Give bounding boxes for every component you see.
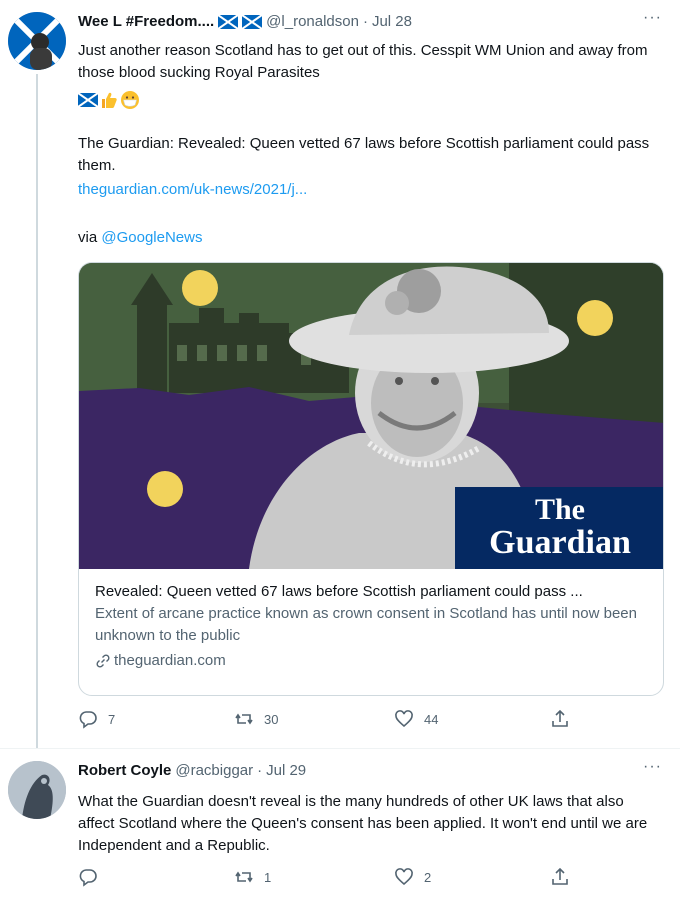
retweet-button[interactable]: 1: [234, 867, 271, 887]
retweet-button[interactable]: 30: [234, 709, 278, 729]
emoji-row: [78, 89, 658, 111]
via-line: via @GoogleNews: [78, 227, 658, 249]
card-description: Extent of arcane practice known as crown…: [95, 605, 637, 644]
card-title[interactable]: Revealed: Queen vetted 67 laws before Sc…: [95, 581, 655, 603]
article-link[interactable]: theguardian.com/uk-news/2021/j...: [78, 179, 658, 201]
tweet-text: What the Guardian doesn't reveal is the …: [78, 793, 648, 854]
reply-button[interactable]: [78, 867, 108, 887]
tweet-text: Just another reason Scotland has to get …: [78, 42, 648, 81]
action-bar: 7 30 44: [78, 709, 598, 733]
retweet-icon: [235, 871, 253, 883]
share-button[interactable]: [550, 867, 570, 887]
like-button[interactable]: 2: [394, 867, 431, 887]
tweet-header: Robert Coyle @racbiggar · Jul 29: [78, 762, 306, 779]
more-options-button[interactable]: ···: [643, 758, 662, 776]
guardian-logo-line1: The: [535, 493, 585, 526]
timestamp[interactable]: Jul 29: [266, 762, 306, 779]
thumbs-up-emoji: [102, 92, 117, 108]
scottish-flag-icon: [242, 14, 263, 29]
scottish-flag-icon: [78, 93, 98, 107]
reply-icon: [79, 869, 97, 887]
separator: ·: [362, 13, 368, 30]
tweet[interactable]: Robert Coyle @racbiggar · Jul 29 ··· Wha…: [0, 748, 680, 903]
mask-face-emoji: [121, 91, 139, 109]
tweet-header: Wee L #Freedom.... @l_ronaldson · Jul 28: [78, 13, 412, 30]
more-options-button[interactable]: ···: [643, 9, 662, 27]
like-icon: [395, 710, 413, 728]
retweet-count: 1: [264, 869, 272, 885]
reply-button[interactable]: 7: [78, 709, 115, 729]
timestamp[interactable]: Jul 28: [372, 13, 412, 30]
card-domain[interactable]: theguardian.com: [114, 650, 226, 672]
via-handle-link[interactable]: @GoogleNews: [101, 229, 202, 246]
avatar[interactable]: [8, 761, 66, 819]
retweet-count: 30: [264, 711, 279, 727]
scottish-flag-icon: [218, 14, 239, 29]
share-button[interactable]: [550, 709, 570, 729]
display-name[interactable]: Wee L #Freedom....: [78, 13, 214, 30]
like-count: 44: [424, 711, 439, 727]
display-name[interactable]: Robert Coyle: [78, 762, 171, 779]
user-handle[interactable]: @racbiggar: [175, 762, 253, 779]
share-icon: [552, 709, 568, 727]
avatar[interactable]: [8, 12, 66, 70]
tweet[interactable]: Wee L #Freedom.... @l_ronaldson · Jul 28…: [0, 0, 680, 748]
reply-count: 7: [108, 711, 116, 727]
guardian-logo-line2: Guardian: [489, 524, 631, 561]
share-icon: [552, 867, 568, 885]
reply-icon: [79, 711, 97, 729]
card-domain-row: theguardian.com: [95, 650, 655, 672]
action-bar: 1 2: [78, 867, 598, 891]
via-label: via: [78, 229, 98, 246]
card-meta: Revealed: Queen vetted 67 laws before Sc…: [95, 581, 655, 672]
separator: ·: [257, 762, 263, 779]
like-icon: [395, 868, 413, 886]
user-handle[interactable]: @l_ronaldson: [266, 13, 359, 30]
quoted-headline: The Guardian: Revealed: Queen vetted 67 …: [78, 135, 650, 174]
thread-line: [36, 74, 38, 748]
card-image[interactable]: The Guardian: [79, 263, 664, 569]
link-icon: [96, 654, 110, 668]
retweet-icon: [235, 713, 253, 725]
like-count: 2: [424, 869, 432, 885]
link-preview-card[interactable]: The Guardian Revealed: Queen vetted 67 l…: [78, 262, 664, 696]
like-button[interactable]: 44: [394, 709, 438, 729]
